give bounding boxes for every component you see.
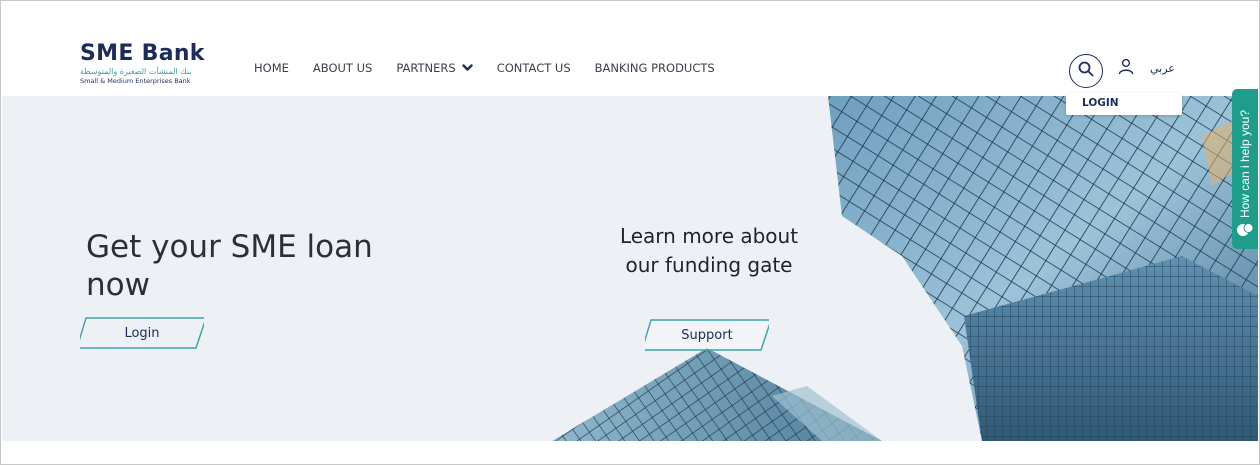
nav-partners[interactable]: PARTNERS [396, 61, 473, 75]
nav-contact-us[interactable]: CONTACT US [497, 61, 571, 75]
nav-about-us[interactable]: ABOUT US [313, 61, 372, 75]
nav-partners-label: PARTNERS [396, 61, 456, 75]
hero-login-label: Login [124, 325, 160, 341]
hero-support-button[interactable]: Support [645, 319, 769, 351]
help-chat-tab[interactable]: How can i help you? [1232, 89, 1258, 249]
user-icon [1117, 58, 1135, 80]
chevron-down-icon [462, 64, 473, 72]
logo-wordmark: SME Bank [80, 41, 205, 66]
nav-banking-products-label: BANKING PRODUCTS [594, 61, 715, 75]
login-dropdown-link[interactable]: LOGIN [1082, 97, 1119, 109]
language-toggle[interactable]: عربي [1150, 62, 1175, 75]
logo-english-tagline: Small & Medium Enterprises Bank [80, 77, 191, 85]
nav-about-us-label: ABOUT US [312, 61, 373, 75]
nav-home[interactable]: HOME [254, 61, 289, 75]
hero-banner: Get your SME loan now Login Learn more a… [2, 96, 1258, 441]
login-dropdown: LOGIN [1066, 93, 1182, 115]
browser-page: SME Bank بنك المنشآت الصغيرة والمتوسطة S… [0, 0, 1260, 465]
user-account-button[interactable] [1117, 58, 1135, 76]
chat-icon [1236, 221, 1254, 239]
search-button[interactable] [1069, 54, 1103, 88]
nav-banking-products[interactable]: BANKING PRODUCTS [595, 61, 715, 75]
site-header: SME Bank بنك المنشآت الصغيرة والمتوسطة S… [2, 2, 1258, 96]
search-icon [1078, 61, 1094, 81]
nav-home-label: HOME [254, 61, 289, 75]
main-navigation: HOME ABOUT US PARTNERS CONTACT US BANKIN… [254, 60, 739, 76]
sme-bank-logo[interactable]: SME Bank بنك المنشآت الصغيرة والمتوسطة S… [80, 42, 220, 94]
funding-gate-text: Learn more about our funding gate [619, 224, 799, 277]
hero-support-label: Support [681, 327, 733, 343]
help-chat-label: How can i help you? [1238, 109, 1252, 219]
hero-headline: Get your SME loan now [86, 229, 373, 303]
nav-contact-us-label: CONTACT US [496, 61, 571, 75]
logo-arabic-tagline: بنك المنشآت الصغيرة والمتوسطة [80, 67, 192, 76]
hero-login-button[interactable]: Login [80, 317, 204, 349]
